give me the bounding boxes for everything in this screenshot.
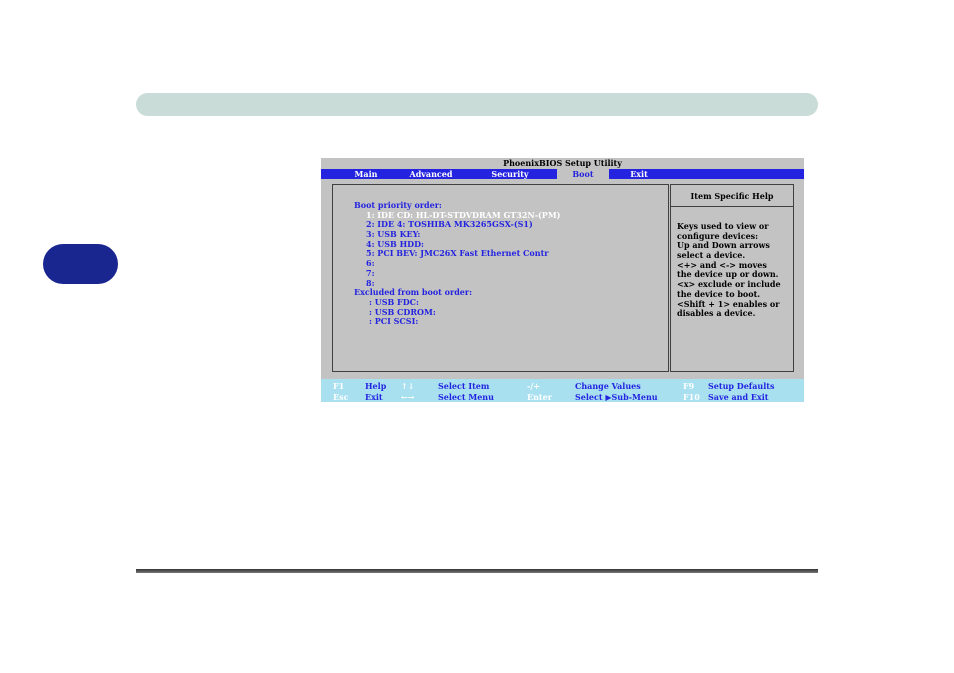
menu-advanced[interactable]: Advanced	[401, 169, 461, 179]
boot-panel: Boot priority order: 1: IDE CD: HL-DT-ST…	[332, 184, 669, 372]
key-plus-minus: -/+	[527, 381, 540, 391]
label-help: Help	[365, 381, 387, 391]
status-bar: F1 Help ↑↓ Select Item -/+ Change Values…	[321, 379, 804, 402]
label-select-menu: Select Menu	[438, 392, 494, 402]
boot-item-5[interactable]: 5: PCI BEV: JMC26X Fast Ethernet Contr	[354, 249, 560, 259]
menu-exit[interactable]: Exit	[619, 169, 659, 179]
label-select-item: Select Item	[438, 381, 490, 391]
key-esc: Esc	[333, 392, 349, 402]
bios-title: PhoenixBIOS Setup Utility	[321, 158, 804, 168]
page-header-bar	[136, 93, 818, 116]
chapter-side-tab	[43, 244, 118, 284]
menu-main[interactable]: Main	[341, 169, 391, 179]
label-setup-defaults: Setup Defaults	[708, 381, 775, 391]
key-f9: F9	[683, 381, 695, 391]
label-select-submenu: Select ▶Sub-Menu	[575, 392, 658, 402]
key-leftright-arrows: ←→	[401, 392, 415, 402]
page-footer-rule	[136, 569, 818, 573]
boot-item-7[interactable]: 7:	[354, 268, 560, 279]
help-title: Item Specific Help	[671, 185, 793, 207]
label-exit: Exit	[365, 392, 383, 402]
excluded-item-3[interactable]: : PCI SCSI:	[354, 317, 560, 327]
key-f1: F1	[333, 381, 345, 391]
label-change-values: Change Values	[575, 381, 641, 391]
bios-menubar: Main Advanced Security Boot Exit	[321, 169, 804, 179]
key-enter: Enter	[527, 392, 552, 402]
label-save-and-exit: Save and Exit	[708, 392, 769, 402]
boot-item-6[interactable]: 6:	[354, 258, 560, 269]
bios-screenshot: PhoenixBIOS Setup Utility Main Advanced …	[321, 158, 804, 402]
menu-security[interactable]: Security	[481, 169, 539, 179]
menu-boot[interactable]: Boot	[557, 169, 609, 179]
boot-list: Boot priority order: 1: IDE CD: HL-DT-ST…	[354, 200, 560, 327]
help-panel: Item Specific Help Keys used to view or …	[670, 184, 794, 372]
help-text: Keys used to view or configure devices: …	[677, 221, 781, 319]
key-f10: F10	[683, 392, 700, 402]
help-line: disables a device.	[677, 308, 756, 319]
key-updown-arrows: ↑↓	[401, 381, 415, 391]
